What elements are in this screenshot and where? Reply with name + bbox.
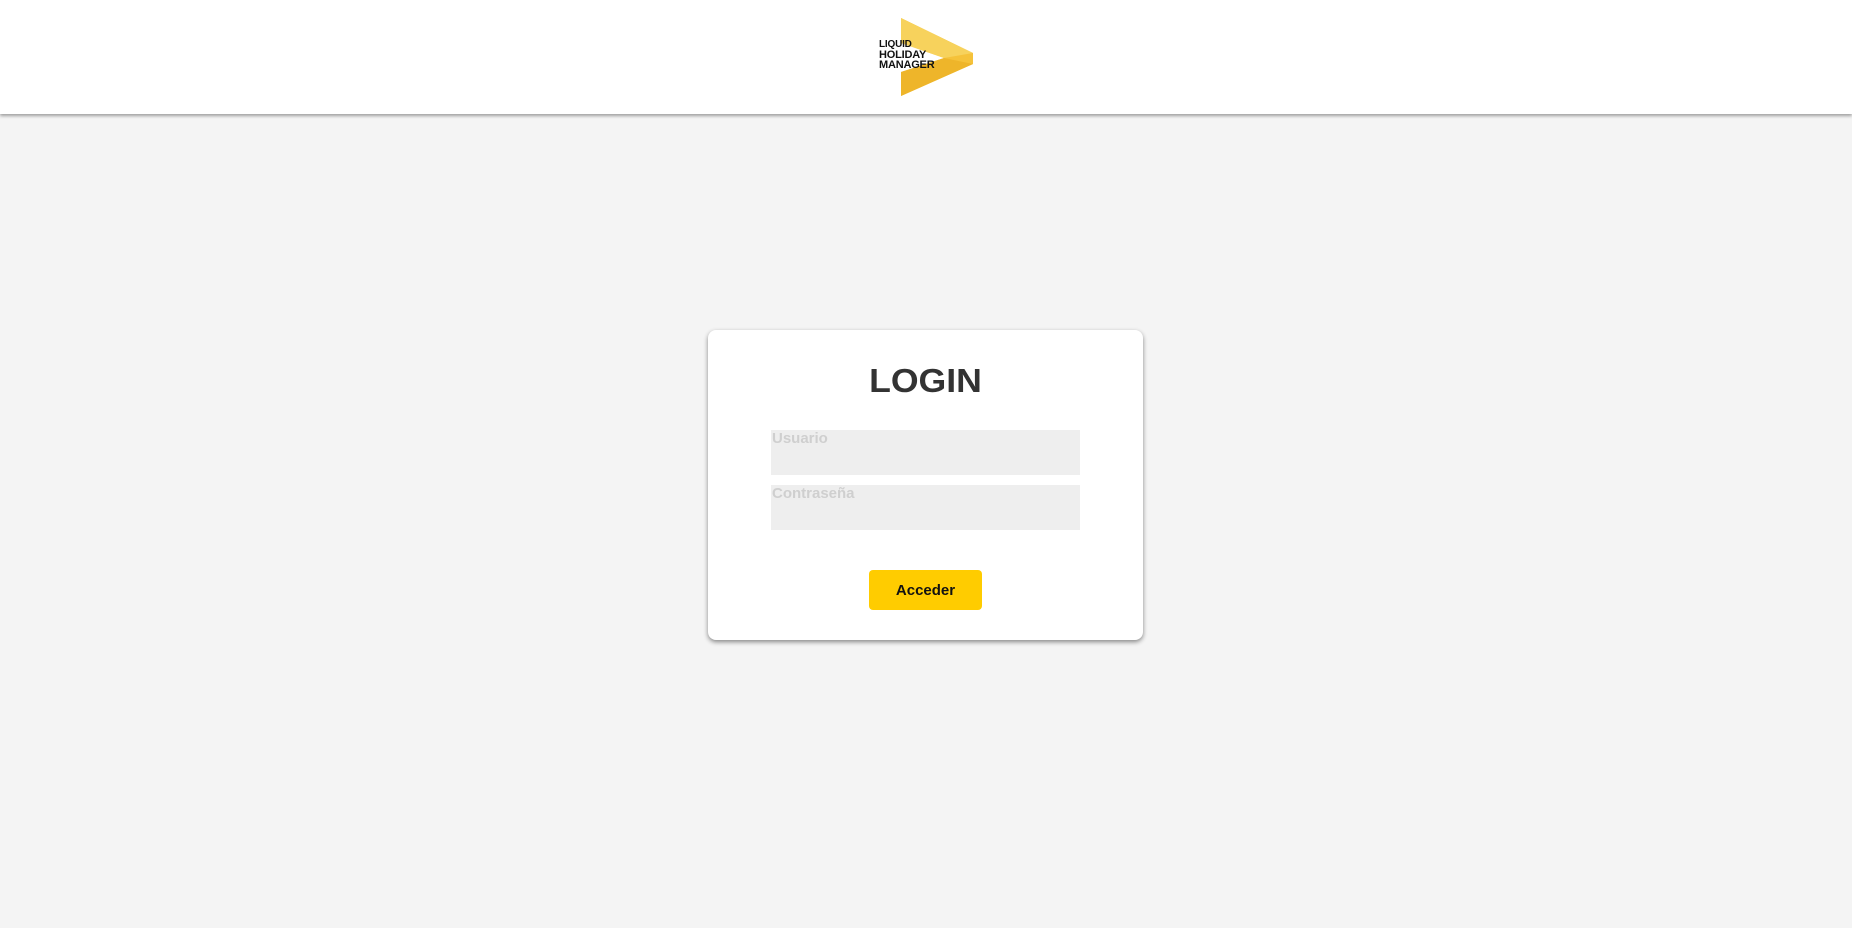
password-field[interactable]: Contraseña [771,485,1080,530]
top-header: LIQUID HOLIDAY MANAGER [0,0,1852,114]
acceder-button[interactable]: Acceder [869,570,982,610]
login-card: LOGIN Usuario Contraseña Acceder [708,330,1143,640]
logo-wordmark: LIQUID HOLIDAY MANAGER [879,40,935,71]
username-field[interactable]: Usuario [771,430,1080,475]
login-title: LOGIN [869,362,982,399]
password-placeholder: Contraseña [772,485,855,502]
username-placeholder: Usuario [772,430,828,447]
logo-line-manager: MANAGER [879,59,935,71]
liquid-holiday-manager-logo: LIQUID HOLIDAY MANAGER [878,18,978,96]
